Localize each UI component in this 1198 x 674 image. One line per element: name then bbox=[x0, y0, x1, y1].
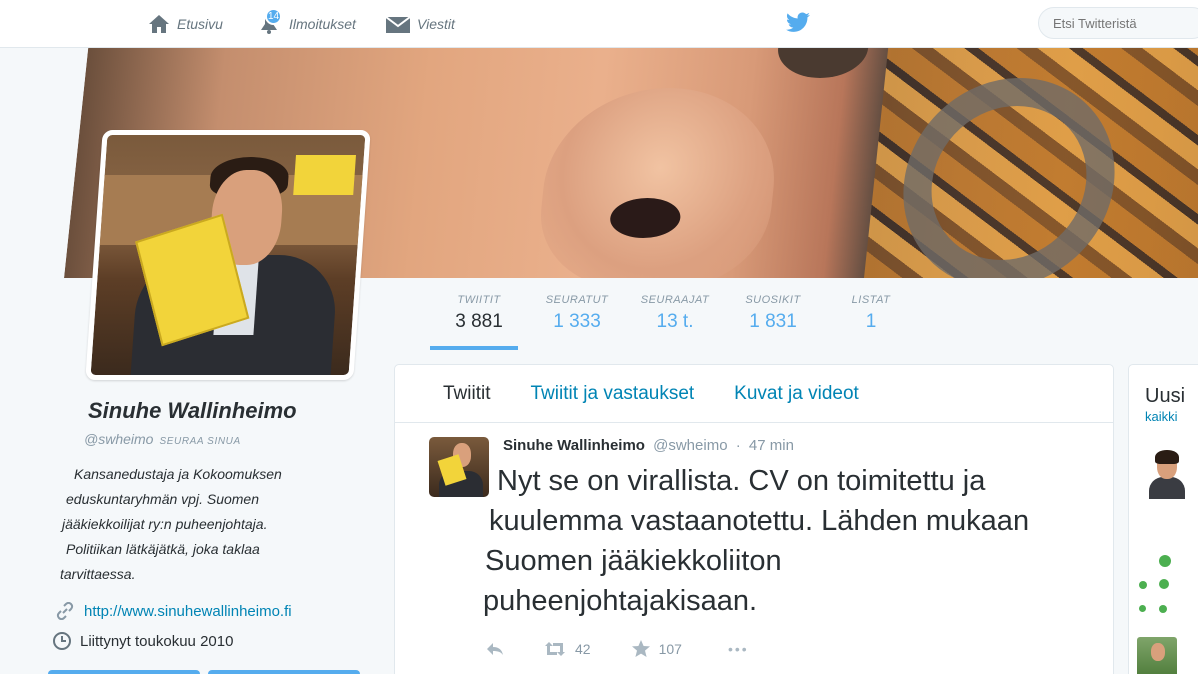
profile-bio: Kansanedustaja ja Kokoomuksen eduskuntar… bbox=[60, 462, 340, 587]
nav-notifications[interactable]: 14 Ilmoitukset bbox=[257, 8, 356, 36]
timeline-tabs: Twiitit Twiitit ja vastaukset Kuvat ja v… bbox=[395, 365, 1113, 423]
bio-line: eduskuntaryhmän vpj. Suomen bbox=[66, 491, 259, 507]
profile-url-row: http://www.sinuhewallinheimo.fi bbox=[56, 602, 292, 620]
right-panel-title: Uusi bbox=[1145, 385, 1186, 407]
nav-home-label: Etusivu bbox=[177, 16, 223, 32]
profile-action-button[interactable] bbox=[48, 670, 200, 674]
envelope-icon bbox=[385, 16, 411, 33]
nav-notifications-label: Ilmoitukset bbox=[289, 16, 356, 32]
tweet-author-name[interactable]: Sinuhe Wallinheimo bbox=[503, 437, 645, 454]
nav-messages[interactable]: Viestit bbox=[385, 12, 455, 36]
loading-dot bbox=[1159, 555, 1171, 567]
link-icon bbox=[56, 602, 74, 620]
stat-favorites-label: SUOSIKIT bbox=[745, 294, 801, 306]
tweet-text-line: puheenjohtajakisaan. bbox=[483, 585, 758, 617]
notifications-badge: 14 bbox=[265, 8, 282, 25]
timeline-card: Twiitit Twiitit ja vastaukset Kuvat ja v… bbox=[394, 364, 1114, 674]
stat-lists[interactable]: LISTAT 1 bbox=[822, 290, 920, 350]
tweet-separator: · bbox=[735, 437, 741, 454]
bio-line: Politiikan lätkäjätkä, joka taklaa bbox=[66, 541, 260, 557]
who-to-follow-card: Uusi kaikki bbox=[1128, 364, 1198, 674]
tweet-text-line: Nyt se on virallista. CV on toimitettu j… bbox=[497, 465, 986, 497]
nav-home[interactable]: Etusivu bbox=[147, 12, 223, 36]
stat-following-label: SEURATUT bbox=[545, 294, 609, 306]
right-panel-link[interactable]: kaikki bbox=[1145, 409, 1178, 424]
notifications-icon-wrap: 14 bbox=[257, 8, 283, 36]
tweet-text-line: kuulemma vastaanotettu. Lähden mukaan bbox=[489, 505, 1030, 537]
profile-joined-row: Liittynyt toukokuu 2010 bbox=[52, 631, 233, 651]
stat-favorites-value: 1 831 bbox=[749, 311, 797, 332]
reply-icon bbox=[487, 643, 503, 655]
stat-followers-label: SEURAAJAT bbox=[640, 294, 710, 306]
nav-messages-label: Viestit bbox=[417, 16, 455, 32]
bio-line: tarvittaessa. bbox=[60, 566, 136, 582]
tweet-text: Nyt se on virallista. CV on toimitettu j… bbox=[483, 461, 1029, 621]
favorite-button[interactable]: 107 bbox=[631, 639, 682, 659]
retweet-icon bbox=[545, 642, 565, 656]
bio-line: jääkiekkoilijat ry:n puheenjohtaja. bbox=[62, 516, 268, 532]
profile-name[interactable]: Sinuhe Wallinheimo bbox=[88, 398, 297, 424]
tab-tweets[interactable]: Twiitit bbox=[443, 383, 491, 405]
follows-you-badge: SEURAA SINUA bbox=[159, 436, 241, 447]
top-nav-bar: Etusivu 14 Ilmoitukset Viestit bbox=[0, 0, 1198, 48]
tweet-author-handle[interactable]: @swheimo bbox=[653, 437, 727, 454]
retweet-button[interactable]: 42 bbox=[543, 640, 591, 658]
stat-following[interactable]: SEURATUT 1 333 bbox=[528, 290, 626, 350]
tweet-text-line: Suomen jääkiekkoliiton bbox=[485, 545, 782, 577]
stat-following-value: 1 333 bbox=[553, 311, 601, 332]
bio-line: Kansanedustaja ja Kokoomuksen bbox=[74, 466, 282, 482]
tab-tweets-and-replies[interactable]: Twiitit ja vastaukset bbox=[531, 383, 695, 405]
profile-stats-nav: TWIITIT 3 881 SEURATUT 1 333 SEURAAJAT 1… bbox=[430, 290, 920, 350]
retweet-count: 42 bbox=[575, 641, 591, 657]
profile-avatar[interactable] bbox=[85, 130, 371, 380]
reply-button[interactable] bbox=[485, 641, 505, 657]
home-icon bbox=[149, 15, 169, 33]
loading-dot bbox=[1139, 581, 1147, 589]
more-options-button[interactable]: ••• bbox=[728, 641, 749, 657]
twitter-logo-icon[interactable] bbox=[785, 12, 811, 39]
profile-handle-row: @swheimo SEURAA SINUA bbox=[84, 431, 241, 447]
profile-handle[interactable]: @swheimo bbox=[84, 431, 153, 447]
stat-followers-value: 13 t. bbox=[656, 311, 694, 332]
more-icon: ••• bbox=[727, 641, 749, 657]
stat-followers[interactable]: SEURAAJAT 13 t. bbox=[626, 290, 724, 350]
profile-action-button[interactable] bbox=[208, 670, 360, 674]
star-icon bbox=[631, 640, 650, 657]
tweet-actions: 42 107 ••• bbox=[485, 639, 749, 659]
suggested-user-avatar[interactable] bbox=[1149, 450, 1185, 503]
suggested-user-photo[interactable] bbox=[1137, 637, 1177, 674]
tweet-avatar[interactable] bbox=[429, 437, 489, 497]
loading-dot bbox=[1139, 605, 1146, 612]
stat-favorites[interactable]: SUOSIKIT 1 831 bbox=[724, 290, 822, 350]
tab-photos-and-videos[interactable]: Kuvat ja videot bbox=[734, 383, 859, 405]
loading-dot bbox=[1159, 605, 1167, 613]
stat-tweets[interactable]: TWIITIT 3 881 bbox=[430, 290, 528, 350]
tweet-item[interactable]: Sinuhe Wallinheimo @swheimo · 47 min Nyt… bbox=[395, 423, 1113, 674]
clock-icon bbox=[53, 632, 71, 650]
stat-lists-label: LISTAT bbox=[851, 294, 891, 306]
stat-tweets-label: TWIITIT bbox=[457, 294, 501, 306]
profile-url-link[interactable]: http://www.sinuhewallinheimo.fi bbox=[84, 603, 292, 620]
stat-tweets-value: 3 881 bbox=[455, 311, 503, 332]
search-input[interactable] bbox=[1038, 7, 1198, 39]
favorite-count: 107 bbox=[658, 641, 682, 657]
profile-joined-text: Liittynyt toukokuu 2010 bbox=[80, 632, 234, 650]
tweet-header: Sinuhe Wallinheimo @swheimo · 47 min bbox=[503, 437, 794, 454]
loading-dot bbox=[1159, 579, 1169, 589]
stat-lists-value: 1 bbox=[865, 311, 877, 332]
tweet-timestamp[interactable]: 47 min bbox=[749, 437, 794, 454]
